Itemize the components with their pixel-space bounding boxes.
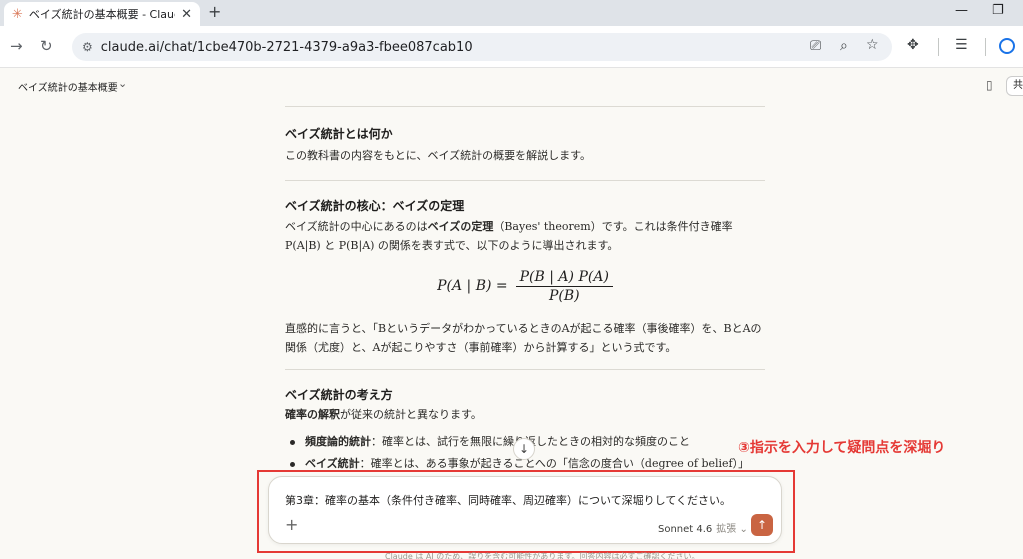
paragraph-theorem: ベイズ統計の中心にあるのはベイズの定理（Bayes' theorem）です。これ… <box>285 220 733 252</box>
conversation-header: ベイズ統計の基本概要 ⌄ ▯ 共 <box>0 68 1023 104</box>
browser-toolbar: → ↻ ⚙ claude.ai/chat/1cbe470b-2721-4379-… <box>0 26 1023 68</box>
address-bar[interactable]: ⚙ claude.ai/chat/1cbe470b-2721-4379-a9a3… <box>72 33 892 61</box>
tab-strip: ✳ ベイズ統計の基本概要 - Claude ✕ + — ❐ <box>0 0 1023 26</box>
chevron-down-icon[interactable]: ⌄ <box>118 77 127 90</box>
paragraph-intro: この教科書の内容をもとに、ベイズ統計の概要を解説します。 <box>285 149 592 162</box>
add-attachment-button[interactable]: + <box>285 515 298 534</box>
minimize-icon[interactable]: — <box>955 3 968 18</box>
browser-tab[interactable]: ✳ ベイズ統計の基本概要 - Claude ✕ <box>4 2 200 26</box>
zoom-icon[interactable]: ⌕ <box>840 38 848 54</box>
bayes-formula: P(A | B) = P(B | A) P(A) P(B) <box>285 268 765 304</box>
site-info-icon[interactable]: ⚙ <box>82 40 93 54</box>
divider <box>285 106 765 107</box>
tab-title: ベイズ統計の基本概要 - Claude <box>28 8 176 21</box>
model-selector[interactable]: Sonnet 4.6 拡張 ⌄ <box>658 520 748 535</box>
list-item: 頻度論的統計：確率とは、試行を無限に繰り返したときの相対的な頻度のこと <box>290 433 690 449</box>
share-button[interactable]: 共 <box>1006 76 1023 96</box>
heading-what-is-bayes: ベイズ統計とは何か <box>285 127 393 141</box>
bullet-icon <box>290 439 295 445</box>
toolbar-divider <box>938 38 939 56</box>
formula-denominator: P(B) <box>548 287 580 304</box>
message-input[interactable]: 第3章：確率の基本（条件付き確率、同時確率、周辺確率）について深堀りしてください… <box>285 492 731 508</box>
new-tab-button[interactable]: + <box>208 2 221 21</box>
paragraph-intuition: 直感的に言うと、「BというデータがわかっているときのAが起こる確率（事後確率）を… <box>285 322 762 354</box>
bookmark-star-icon[interactable]: ☆ <box>866 37 879 53</box>
send-button[interactable]: ↑ <box>751 514 773 536</box>
toolbar-divider <box>985 38 986 56</box>
profile-avatar-icon[interactable] <box>999 38 1015 54</box>
heading-bayes-thinking: ベイズ統計の考え方 <box>285 388 393 402</box>
conversation-title[interactable]: ベイズ統計の基本概要 <box>18 79 118 94</box>
extensions-icon[interactable]: ✥ <box>907 37 919 53</box>
url-text: claude.ai/chat/1cbe470b-2721-4379-a9a3-f… <box>100 39 473 55</box>
reload-icon[interactable]: ↻ <box>40 37 53 55</box>
reading-list-icon[interactable]: ☰ <box>955 37 968 53</box>
disclaimer-text: Claude は AI のため、誤りを含む可能性があります。回答内容は必ずご確認… <box>385 552 700 559</box>
heading-bayes-theorem: ベイズ統計の核心：ベイズの定理 <box>285 199 465 213</box>
restore-icon[interactable]: ❐ <box>992 3 1004 18</box>
install-app-icon[interactable]: ⎚ <box>810 38 821 54</box>
annotation-label: ③指示を入力して疑問点を深堀り <box>738 440 946 456</box>
formula-numerator: P(B | A) P(A) <box>515 269 613 287</box>
tab-close-icon[interactable]: ✕ <box>181 7 192 22</box>
bullet-icon <box>290 461 295 467</box>
claude-favicon-icon: ✳ <box>12 6 23 22</box>
divider <box>285 369 765 370</box>
divider <box>285 180 765 181</box>
message-composer[interactable]: 第3章：確率の基本（条件付き確率、同時確率、周辺確率）について深堀りしてください… <box>268 476 782 544</box>
formula-fraction: P(B | A) P(A) P(B) <box>515 269 613 304</box>
document-icon[interactable]: ▯ <box>986 78 993 92</box>
formula-lhs: P(A | B) = <box>437 278 508 294</box>
paragraph-interpretation: 確率の解釈が従来の統計と異なります。 <box>285 408 482 421</box>
forward-icon[interactable]: → <box>10 37 23 55</box>
scroll-down-button[interactable]: ↓ <box>513 438 535 460</box>
